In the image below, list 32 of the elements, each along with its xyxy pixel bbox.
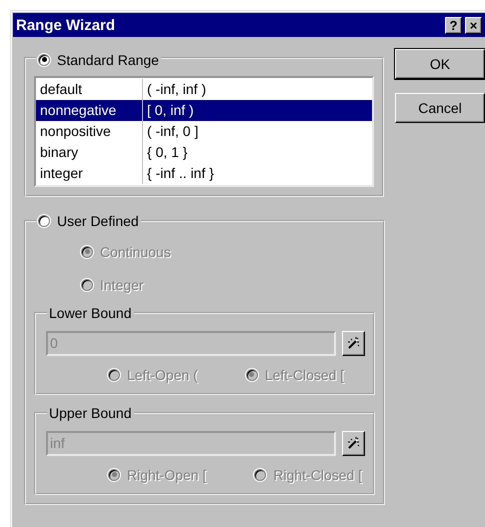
group-title: Lower Bound bbox=[49, 304, 132, 320]
help-button[interactable]: ? bbox=[445, 16, 462, 34]
cancel-button[interactable]: Cancel bbox=[395, 93, 485, 123]
radio-label: Standard Range bbox=[57, 52, 159, 68]
window-title: Range Wizard bbox=[16, 16, 116, 34]
table-cell: { 0, 1 } bbox=[142, 142, 372, 162]
table-cell-text: nonpositive bbox=[39, 122, 112, 141]
list-row[interactable]: nonnegative [ 0, inf ) bbox=[36, 100, 372, 120]
list-row[interactable]: integer { -inf .. inf } bbox=[36, 162, 372, 184]
table-cell-text: nonnegative bbox=[39, 100, 118, 120]
radio-label: User Defined bbox=[57, 212, 139, 228]
radio-label: Left-Open ( bbox=[127, 366, 198, 382]
radio-button[interactable] bbox=[38, 54, 50, 66]
wand-icon bbox=[347, 436, 360, 450]
ok-button[interactable]: OK bbox=[395, 49, 485, 79]
radio-label: Right-Closed [ bbox=[273, 466, 362, 482]
list-row[interactable]: nonpositive ( -inf, 0 ] bbox=[36, 120, 372, 142]
table-cell-text: binary bbox=[39, 142, 80, 162]
radio-button[interactable] bbox=[38, 214, 50, 226]
table-cell-text: integer bbox=[39, 164, 84, 183]
table-cell-text: default bbox=[39, 80, 84, 98]
list-row[interactable]: binary { 0, 1 } bbox=[36, 142, 372, 162]
radio-label: Continuous bbox=[100, 244, 171, 260]
radio-label: Right-Open [ bbox=[127, 466, 206, 482]
table-cell: { -inf .. inf } bbox=[142, 162, 372, 184]
radio-label: Left-Closed [ bbox=[264, 366, 344, 382]
wand-icon bbox=[347, 336, 360, 350]
group-title: Upper Bound bbox=[49, 404, 132, 420]
table-cell: [ 0, inf ) bbox=[142, 100, 372, 120]
table-cell: ( -inf, 0 ] bbox=[142, 120, 372, 142]
close-button[interactable]: × bbox=[465, 16, 482, 34]
radio-label: Integer bbox=[100, 276, 144, 292]
